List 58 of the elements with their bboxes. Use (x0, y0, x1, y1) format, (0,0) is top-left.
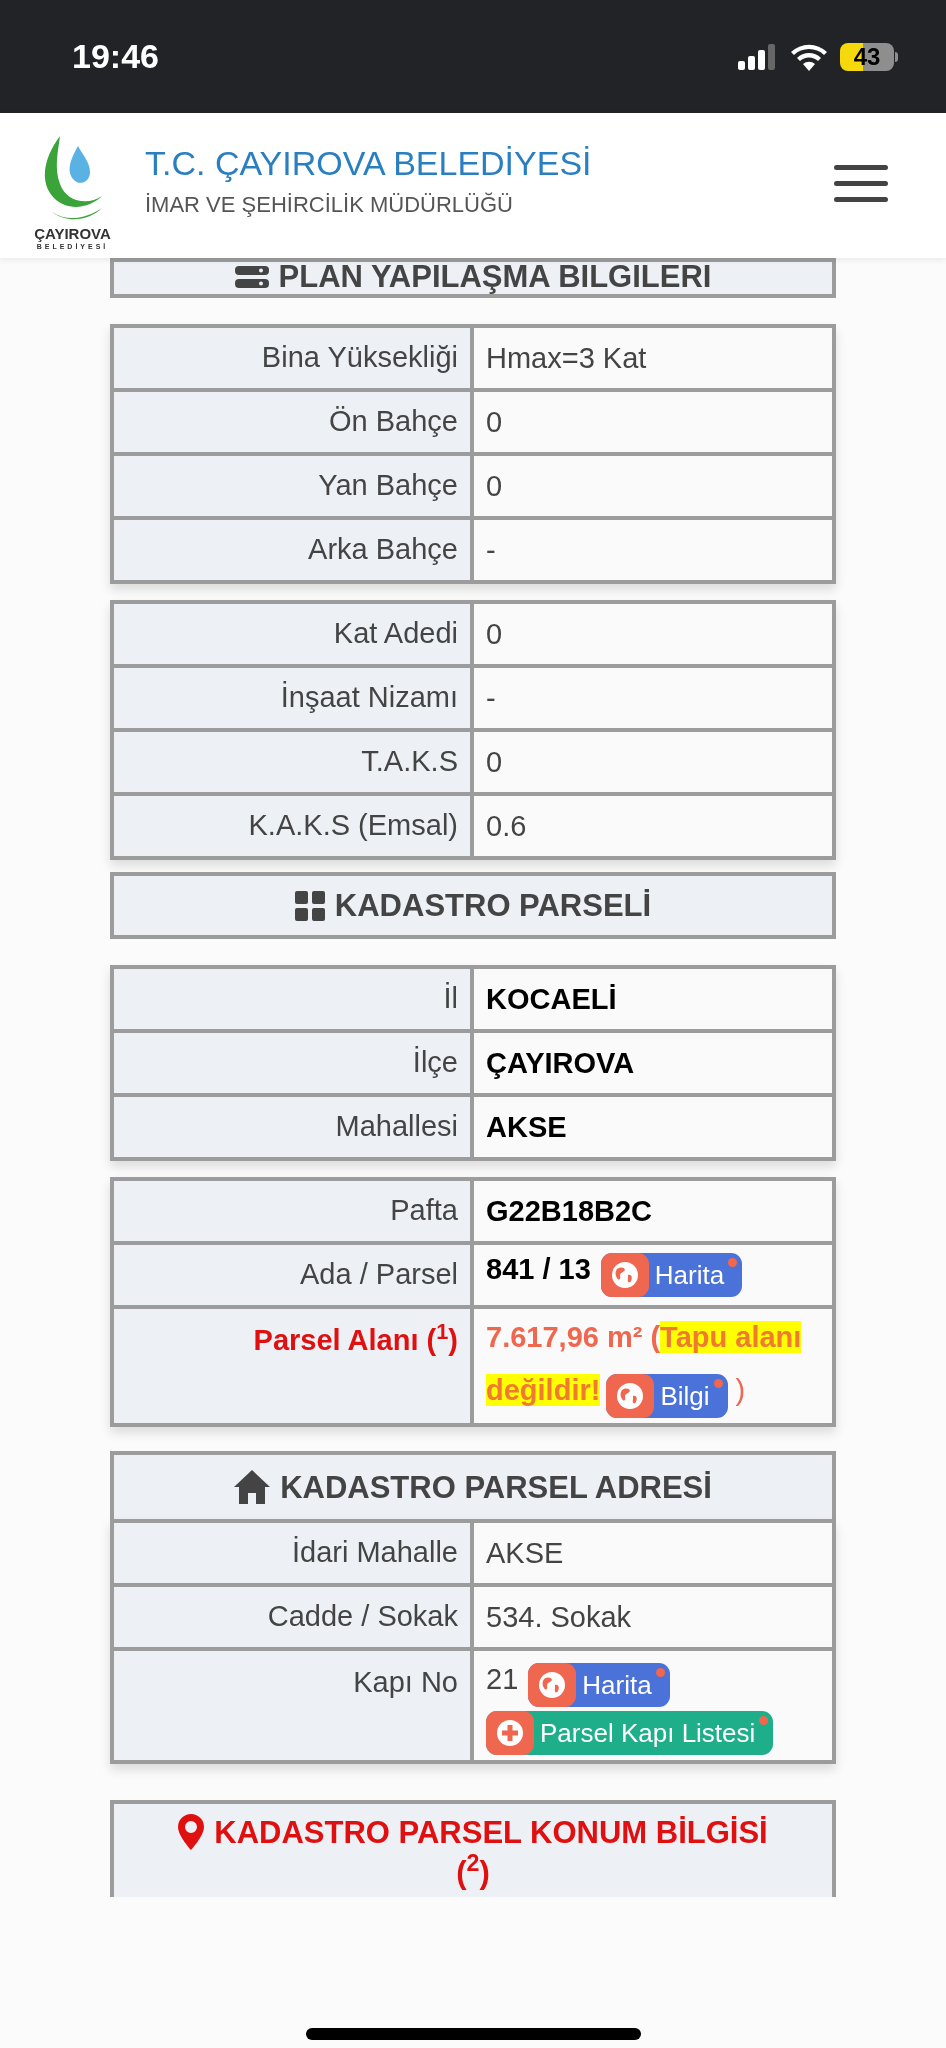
map-button[interactable]: Bilgi (606, 1373, 728, 1418)
value-cell: G22B18B2C (472, 1179, 834, 1243)
globe-icon (616, 1381, 645, 1410)
label-cell: T.A.K.S (112, 730, 472, 794)
footnote-mark: ($^{2}$) (455, 1850, 491, 1892)
label-cell: İlçe (112, 1031, 472, 1095)
section-title: KADASTRO PARSEL ADRESİ (280, 1471, 712, 1503)
label-cell: Ada / Parsel (112, 1243, 472, 1307)
value-cell: 841 / 13 Harita (472, 1243, 834, 1307)
label-cell: Kapı No (112, 1649, 472, 1762)
wifi-icon (790, 42, 828, 71)
value-cell: AKSE (472, 1521, 834, 1585)
grid-icon (294, 890, 325, 921)
value-cell: 21 Harita Parsel Kapı Listesi (472, 1649, 834, 1762)
label-cell: Cadde / Sokak (112, 1585, 472, 1649)
value-cell: 0.6 (472, 794, 834, 858)
section-title: KADASTRO PARSELİ (334, 890, 652, 921)
value-cell: 0 (472, 390, 834, 454)
value-cell: 0 (472, 730, 834, 794)
section-title: PLAN YAPILAŞMA BILGILERI (278, 261, 712, 292)
value-cell: KOCAELİ (472, 967, 834, 1031)
logo-name: ÇAYIROVA (34, 225, 111, 241)
menu-button[interactable] (834, 165, 890, 205)
map-button[interactable]: Harita (600, 1253, 743, 1297)
label-cell: İl (112, 967, 472, 1031)
label-cell: Bina Yüksekliği (112, 326, 472, 390)
value-cell: - (472, 518, 834, 582)
signal-icon (738, 43, 778, 70)
map-button[interactable]: Harita (528, 1662, 670, 1707)
section-title: KADASTRO PARSEL KONUM BİLGİSİ (214, 1816, 768, 1848)
label-cell: K.A.K.S (Emsal) (112, 794, 472, 858)
value-cell: - (472, 666, 834, 730)
label-cell: Pafta (112, 1179, 472, 1243)
value-cell: ÇAYIROVA (472, 1031, 834, 1095)
home-icon (234, 1470, 271, 1504)
value-cell: Hmax=3 Kat (472, 326, 834, 390)
value-cell: 0 (472, 602, 834, 666)
site-subtitle: İMAR VE ŞEHİRCİLİK MÜDÜRLÜĞÜ (145, 193, 514, 216)
label-cell: Arka Bahçe (112, 518, 472, 582)
plus-icon (496, 1718, 524, 1747)
globe-icon (610, 1261, 639, 1289)
value-cell: 534. Sokak (472, 1585, 834, 1649)
list-button[interactable]: Parsel Kapı Listesi (486, 1710, 774, 1755)
label-cell: Ön Bahçe (112, 390, 472, 454)
location-pin-icon (178, 1814, 205, 1850)
label-cell: Mahallesi (112, 1095, 472, 1159)
label-cell: Kat Adedi (112, 602, 472, 666)
clock-time: 19:46 (72, 36, 159, 77)
label-cell: Parsel Alanı ($^{1}$) (112, 1307, 472, 1425)
value-cell: 0 (472, 454, 834, 518)
menu-icon (834, 165, 888, 203)
site-title: T.C. ÇAYIROVA BELEDİYESİ (145, 145, 592, 180)
value-cell: AKSE (472, 1095, 834, 1159)
globe-icon (538, 1670, 567, 1699)
label-cell: İdari Mahalle (112, 1521, 472, 1585)
label-cell: Yan Bahçe (112, 454, 472, 518)
label-cell: İnşaat Nizamı (112, 666, 472, 730)
server-icon (234, 265, 269, 288)
